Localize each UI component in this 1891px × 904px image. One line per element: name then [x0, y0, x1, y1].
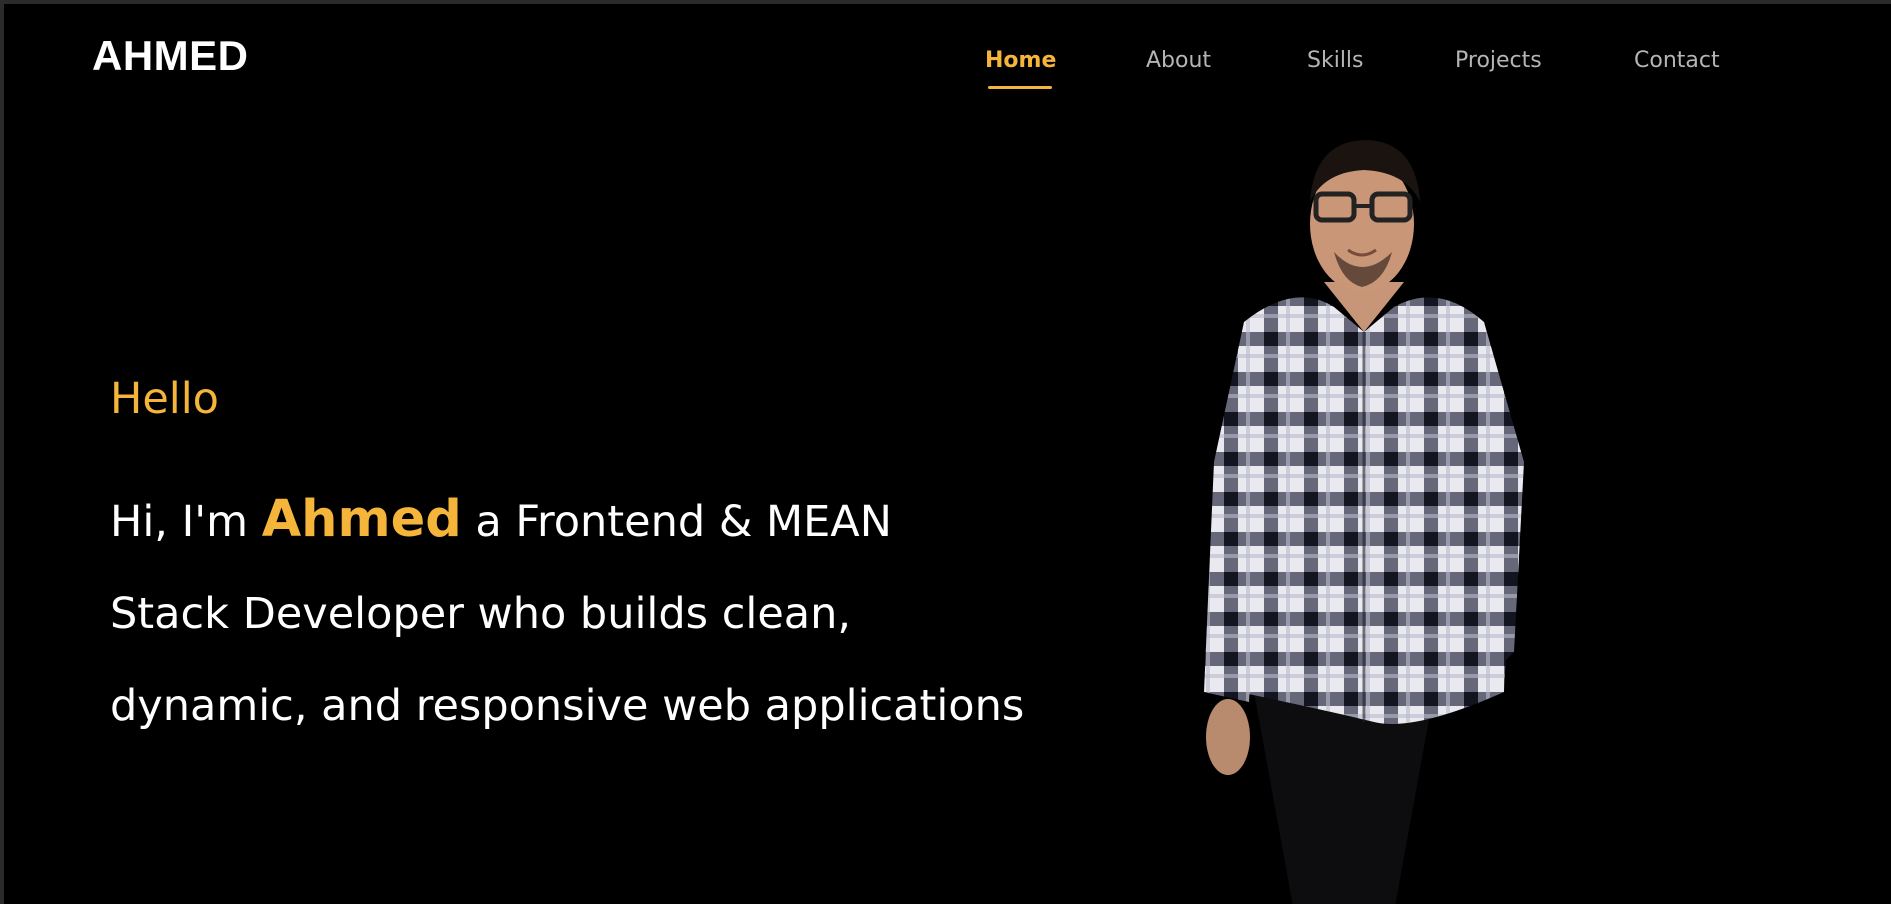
hero-greeting: Hello	[110, 374, 219, 424]
nav-item-label: Home	[985, 48, 1057, 73]
intro-name: Ahmed	[261, 490, 462, 549]
nav-item-label: Skills	[1307, 48, 1364, 73]
hero-intro: Hi, I'm Ahmed a Frontend & MEAN Stack De…	[110, 474, 1025, 752]
logo[interactable]: AHMED	[92, 32, 249, 80]
active-indicator	[988, 86, 1052, 89]
nav-item-skills[interactable]: Skills	[1307, 48, 1364, 73]
app-window: AHMED Home About Skills Projects Contact…	[4, 4, 1891, 904]
nav-item-label: Projects	[1455, 48, 1542, 73]
nav-item-projects[interactable]: Projects	[1455, 48, 1542, 73]
profile-photo	[1204, 140, 1524, 904]
nav-item-contact[interactable]: Contact	[1634, 48, 1720, 73]
nav-item-home[interactable]: Home	[985, 48, 1057, 89]
nav-item-label: Contact	[1634, 48, 1720, 73]
intro-line1-suffix: a Frontend & MEAN	[461, 497, 892, 547]
intro-line-1: Hi, I'm Ahmed a Frontend & MEAN	[110, 474, 1010, 568]
nav-item-label: About	[1146, 48, 1212, 73]
intro-line-3: dynamic, and responsive web applications	[110, 681, 1025, 731]
intro-prefix: Hi, I'm	[110, 497, 262, 547]
intro-line-2: Stack Developer who builds clean,	[110, 589, 852, 639]
nav-item-about[interactable]: About	[1146, 48, 1211, 73]
